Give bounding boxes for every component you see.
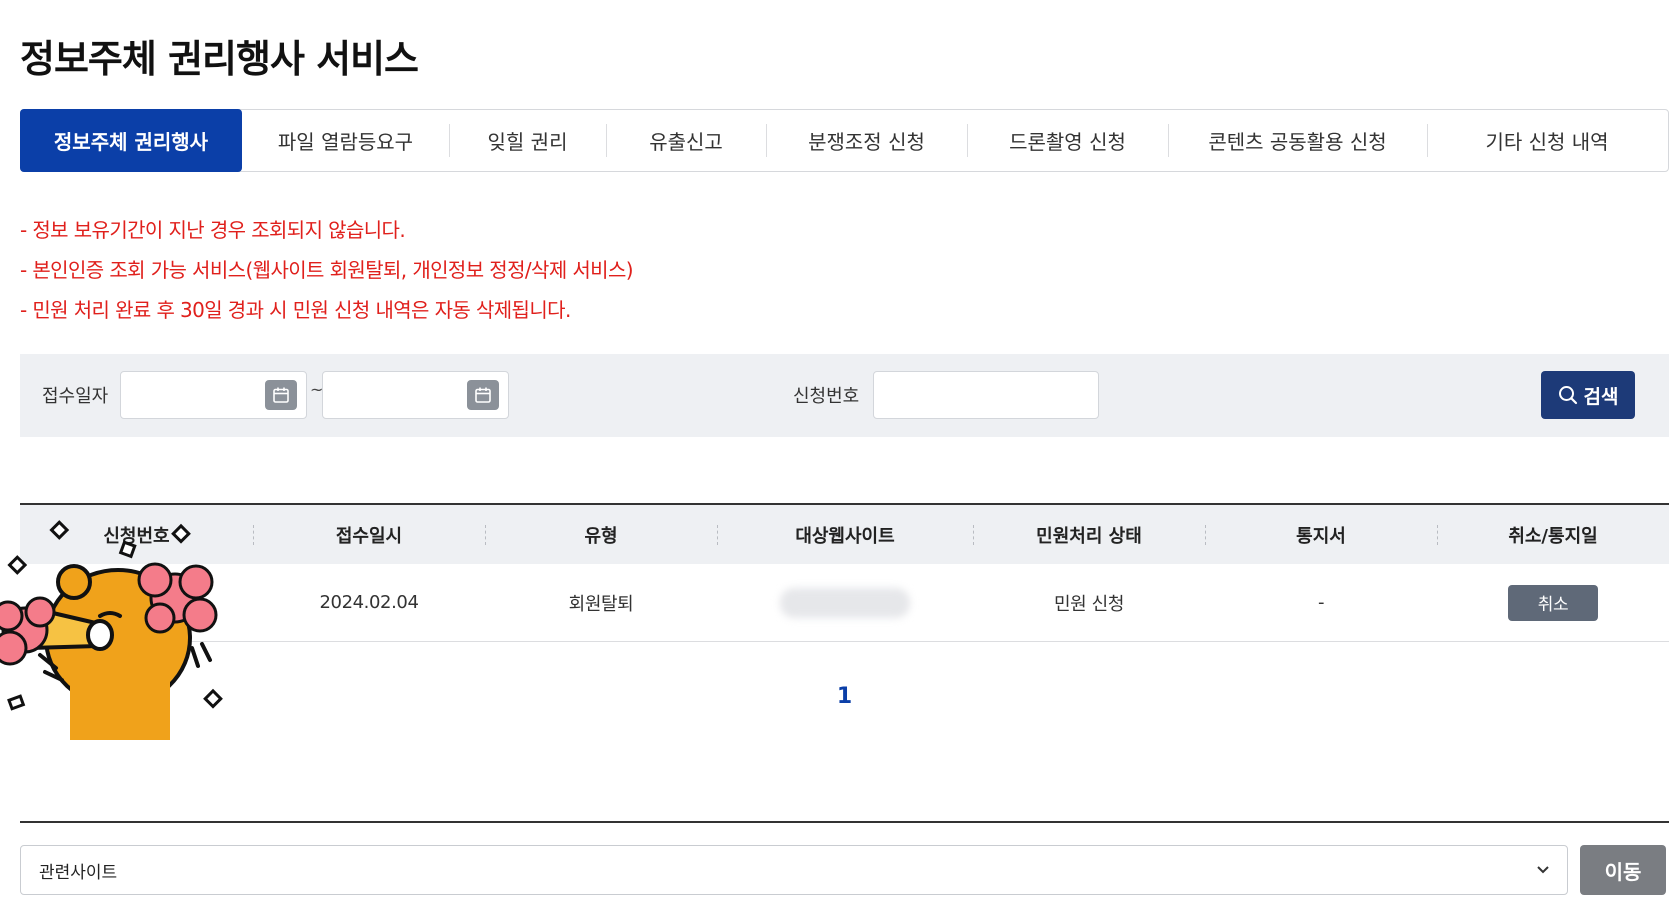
notice-item: - 정보 보유기간이 지난 경우 조회되지 않습니다.: [20, 218, 406, 242]
col-status: 민원처리 상태: [973, 505, 1205, 564]
tab-dispute-mediation[interactable]: 분쟁조정 신청: [766, 110, 967, 171]
cell-action: 취소: [1437, 564, 1669, 641]
footer-divider: [20, 821, 1669, 823]
date-from-input[interactable]: [120, 371, 307, 419]
cell-status: 민원 신청: [1054, 593, 1124, 615]
cell-notice: -: [1317, 592, 1325, 613]
blurred-site-name: [780, 587, 910, 618]
date-to-input[interactable]: [322, 371, 509, 419]
col-type: 유형: [485, 505, 717, 564]
tab-content-sharing[interactable]: 콘텐츠 공동활용 신청: [1168, 110, 1427, 171]
related-sites-value: 관련사이트: [39, 862, 118, 883]
col-received-at: 접수일시: [253, 505, 485, 564]
notice-item: - 본인인증 조회 가능 서비스(웹사이트 회원탈퇴, 개인정보 정정/삭제 서…: [20, 258, 634, 282]
cell-type: 회원탈퇴: [568, 593, 634, 615]
page-title: 정보주체 권리행사 서비스: [20, 37, 419, 81]
tab-data-subject-rights[interactable]: 정보주체 권리행사: [20, 109, 242, 172]
pagination: 1: [20, 684, 1669, 709]
notice-item: - 민원 처리 완료 후 30일 경과 시 민원 신청 내역은 자동 삭제됩니다…: [20, 298, 571, 322]
search-icon: [1558, 386, 1577, 405]
cancel-button[interactable]: 취소: [1508, 584, 1598, 621]
tab-right-to-be-forgotten[interactable]: 잊힐 권리: [449, 110, 606, 171]
page-number-current[interactable]: 1: [837, 684, 852, 709]
request-no-label: 신청번호: [793, 386, 860, 407]
go-button[interactable]: 이동: [1580, 845, 1666, 895]
request-no-input[interactable]: [873, 371, 1099, 419]
table-row: 2024.02.04 회원탈퇴 민원 신청 - 취소: [20, 564, 1669, 642]
calendar-icon[interactable]: [265, 380, 297, 410]
notice-list: - 정보 보유기간이 지난 경우 조회되지 않습니다. - 본인인증 조회 가능…: [20, 214, 634, 334]
calendar-icon[interactable]: [467, 380, 499, 410]
chevron-down-icon: [1537, 866, 1549, 874]
col-notice: 통지서: [1205, 505, 1437, 564]
related-sites-select[interactable]: 관련사이트: [20, 845, 1568, 895]
service-tabs: 정보주체 권리행사 파일 열람등요구 잊힐 권리 유출신고 분쟁조정 신청 드론…: [20, 109, 1669, 172]
search-button-label: 검색: [1583, 385, 1619, 408]
mascot-sticker-icon: [0, 520, 223, 740]
col-cancel-notice-date: 취소/통지일: [1437, 505, 1669, 564]
col-target-site: 대상웹사이트: [717, 505, 973, 564]
date-label: 접수일자: [42, 386, 109, 407]
cell-target-site: [717, 564, 973, 641]
tab-file-access-request[interactable]: 파일 열람등요구: [242, 110, 449, 171]
tab-drone-filming[interactable]: 드론촬영 신청: [967, 110, 1168, 171]
tab-other-requests[interactable]: 기타 신청 내역: [1427, 110, 1667, 171]
cell-received-at: 2024.02.04: [319, 592, 419, 613]
table-header: 신청번호 접수일시 유형 대상웹사이트 민원처리 상태 통지서 취소/통지일: [20, 505, 1669, 564]
request-table: 신청번호 접수일시 유형 대상웹사이트 민원처리 상태 통지서 취소/통지일 2…: [20, 503, 1669, 642]
search-panel: 접수일자 ~ 신청번호 검색: [20, 354, 1669, 437]
tab-leak-report[interactable]: 유출신고: [606, 110, 766, 171]
search-button[interactable]: 검색: [1541, 371, 1635, 419]
